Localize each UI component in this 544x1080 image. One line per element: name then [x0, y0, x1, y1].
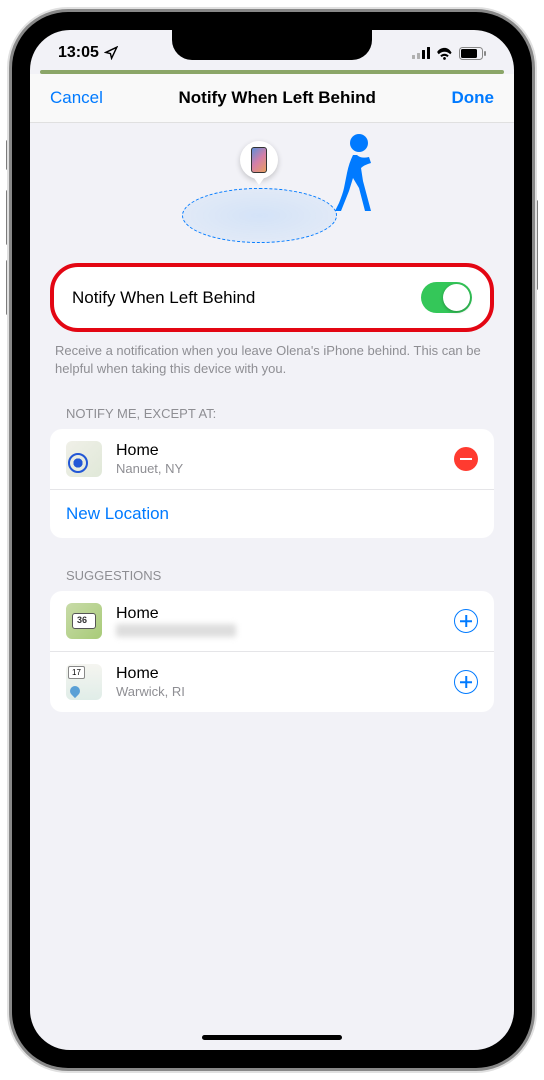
- suggestions-list: Home Home Warwick, RI: [50, 591, 494, 712]
- new-location-button[interactable]: New Location: [50, 490, 494, 538]
- map-thumbnail-icon: [66, 664, 102, 700]
- add-location-button[interactable]: [454, 670, 478, 694]
- map-thumbnail-icon: [66, 603, 102, 639]
- location-subtitle-redacted: [116, 624, 236, 637]
- toggle-label: Notify When Left Behind: [72, 288, 255, 308]
- description-text: Receive a notification when you leave Ol…: [50, 342, 494, 378]
- hero-illustration: [30, 123, 514, 263]
- notch: [172, 30, 372, 60]
- remove-location-button[interactable]: [454, 447, 478, 471]
- location-subtitle: Nanuet, NY: [116, 461, 440, 476]
- home-indicator[interactable]: [202, 1035, 342, 1040]
- location-subtitle: Warwick, RI: [116, 684, 440, 699]
- geofence-circle: [182, 188, 337, 243]
- navigation-bar: Cancel Notify When Left Behind Done: [30, 74, 514, 123]
- phone-frame: 13:05: [12, 12, 532, 1068]
- location-title: Home: [116, 605, 440, 623]
- done-button[interactable]: Done: [451, 88, 494, 108]
- exceptions-header: NOTIFY ME, EXCEPT AT:: [50, 406, 494, 429]
- device-marker-icon: [240, 141, 278, 179]
- walking-person-icon: [329, 133, 379, 213]
- suggestion-row[interactable]: Home Warwick, RI: [50, 652, 494, 712]
- page-title: Notify When Left Behind: [179, 88, 376, 108]
- map-thumbnail-icon: [66, 441, 102, 477]
- suggestions-header: SUGGESTIONS: [50, 568, 494, 591]
- status-time: 13:05: [58, 44, 99, 62]
- add-location-button[interactable]: [454, 609, 478, 633]
- location-services-icon: [104, 46, 118, 60]
- location-title: Home: [116, 665, 440, 683]
- battery-icon: [459, 47, 486, 60]
- notify-toggle-switch[interactable]: [421, 282, 472, 313]
- wifi-icon: [436, 47, 453, 60]
- exception-row[interactable]: Home Nanuet, NY: [50, 429, 494, 490]
- cellular-signal-icon: [412, 47, 430, 59]
- exceptions-list: Home Nanuet, NY New Location: [50, 429, 494, 538]
- notify-toggle-row: Notify When Left Behind: [50, 263, 494, 332]
- suggestion-row[interactable]: Home: [50, 591, 494, 652]
- cancel-button[interactable]: Cancel: [50, 88, 103, 108]
- location-title: Home: [116, 442, 440, 460]
